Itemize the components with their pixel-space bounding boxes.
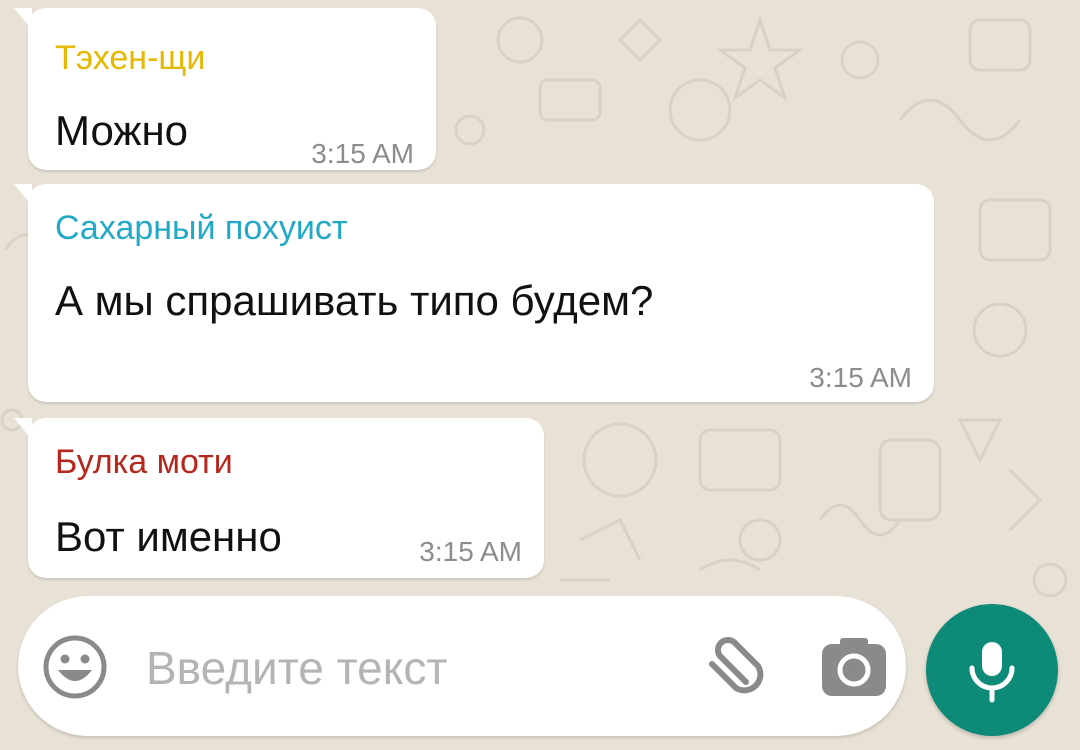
message-text: Можно (55, 107, 188, 154)
message-text: А мы спрашивать типо будем? (55, 277, 654, 324)
message-sender: Тэхен-щи (55, 39, 206, 77)
microphone-icon (969, 642, 1015, 703)
microphone-button[interactable] (926, 604, 1058, 736)
message-time: 3:15 AM (419, 536, 522, 567)
paperclip-icon[interactable] (694, 626, 774, 706)
message-time: 3:15 AM (809, 362, 912, 393)
camera-icon[interactable] (818, 636, 890, 700)
message-composer (18, 596, 906, 736)
message-sender: Сахарный похуист (55, 209, 348, 247)
message-text: Вот именно (55, 513, 282, 560)
message-input[interactable] (146, 640, 666, 696)
message-bubble[interactable]: Булка моти Вот именно 3:15 AM (14, 418, 544, 578)
emoji-icon[interactable] (42, 634, 108, 700)
message-bubble[interactable]: Тэхен-щи Можно 3:15 AM (14, 8, 436, 170)
message-time: 3:15 AM (311, 138, 414, 169)
message-sender: Булка моти (55, 443, 233, 481)
message-bubble[interactable]: Сахарный похуист А мы спрашивать типо бу… (14, 184, 934, 402)
